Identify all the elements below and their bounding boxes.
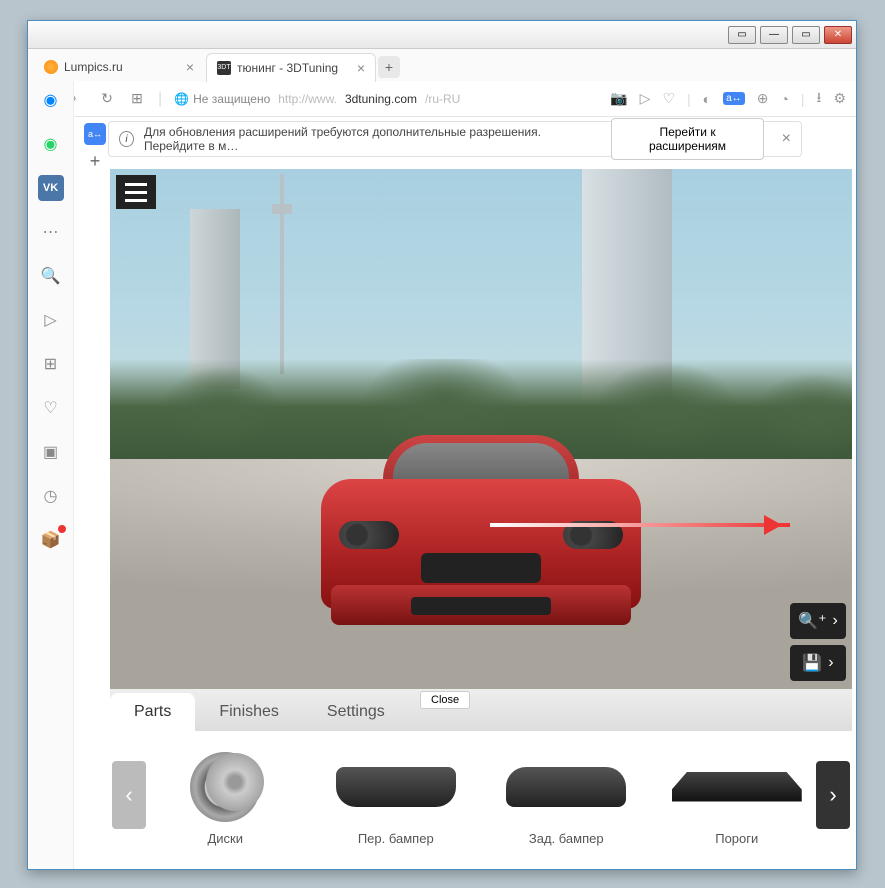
whatsapp-icon[interactable]: ◉	[38, 131, 64, 157]
parts-carousel: ‹ Диски Пер. бампер Зад. бампер Пороги ›	[110, 731, 852, 861]
close-tooltip[interactable]: Close	[420, 691, 470, 709]
part-rear-bumper[interactable]: Зад. бампер	[491, 747, 642, 846]
zoom-button[interactable]: 🔍⁺ ›	[790, 603, 846, 639]
browser-window: ▭ — ▭ ✕ Lumpics.ru × 3DT тюнинг - 3DTuni…	[27, 20, 857, 870]
security-badge[interactable]: 🌐 Не защищено	[174, 92, 270, 106]
extension2-icon[interactable]: ◔	[780, 91, 788, 107]
part-label: Пер. бампер	[358, 831, 434, 846]
url-path: /ru-RU	[425, 92, 460, 106]
chevron-right-icon: ›	[828, 654, 833, 672]
translate-icon[interactable]: a↔	[723, 92, 745, 105]
url-prefix: http://www.	[278, 92, 337, 106]
address-bar-row: 〈 〉 ↻ ⊞ | 🌐 Не защищено http://www.3dtun…	[28, 81, 856, 117]
chevron-right-icon: ›	[833, 612, 838, 630]
browser-sidebar: ◉ ◉ VK ⋯ 🔍 ▷ ⊞ ♡ ▣ ◷ 📦	[28, 81, 74, 869]
vk-icon[interactable]: VK	[38, 175, 64, 201]
window-minimize-button[interactable]: —	[760, 26, 788, 44]
notification-text: Для обновления расширений требуются допо…	[144, 125, 601, 153]
part-wheels[interactable]: Диски	[150, 747, 301, 846]
carousel-next-button[interactable]: ›	[816, 761, 850, 829]
tab-finishes[interactable]: Finishes	[195, 693, 303, 731]
messenger-icon[interactable]: ◉	[38, 87, 64, 113]
carousel-prev-button[interactable]: ‹	[112, 761, 146, 829]
window-close-button[interactable]: ✕	[824, 26, 852, 44]
ellipsis-icon[interactable]: ⋯	[38, 219, 64, 245]
tab-title: Lumpics.ru	[64, 60, 123, 74]
tab-3dtuning[interactable]: 3DT тюнинг - 3DTuning ×	[206, 53, 376, 82]
translate-ext-icon[interactable]: a↔	[84, 123, 106, 145]
url-host: 3dtuning.com	[345, 92, 417, 106]
search-icon[interactable]: 🔍	[38, 263, 64, 289]
annotation-arrow	[490, 523, 790, 527]
add-extension-button[interactable]: +	[90, 151, 101, 172]
save-icon: 💾	[802, 653, 822, 673]
floating-actions: 🔍⁺› 💾›	[790, 603, 846, 681]
camera-icon[interactable]: 📷	[610, 90, 627, 107]
part-front-bumper[interactable]: Пер. бампер	[321, 747, 472, 846]
tab-lumpics[interactable]: Lumpics.ru ×	[34, 53, 204, 81]
notification-close-icon[interactable]: ×	[782, 130, 791, 148]
heart-sidebar-icon[interactable]: ♡	[38, 395, 64, 421]
tab-close-icon[interactable]: ×	[357, 60, 365, 76]
security-label: Не защищено	[193, 92, 270, 106]
send-icon[interactable]: ▷	[640, 90, 651, 107]
tab-settings[interactable]: Settings	[303, 693, 409, 731]
car-model[interactable]	[321, 429, 641, 649]
reload-button[interactable]: ↻	[98, 90, 116, 107]
part-label: Диски	[207, 831, 243, 846]
tower	[280, 174, 284, 374]
front-bumper-thumb	[331, 747, 461, 827]
part-label: Пороги	[715, 831, 758, 846]
window-titlebar: ▭ — ▭ ✕	[28, 21, 856, 49]
window-extra-button[interactable]: ▭	[728, 26, 756, 44]
site-icon	[44, 60, 58, 74]
car-viewport[interactable]: 🔍⁺› 💾›	[110, 169, 852, 689]
news-icon[interactable]: ▣	[38, 439, 64, 465]
address-actions: 📷 ▷ ♡ | ◐ a↔ ⊕ ◔ | ⭳ ⚙	[610, 87, 846, 111]
tab-close-icon[interactable]: ×	[186, 59, 194, 75]
extension-icon[interactable]: ⊕	[757, 90, 769, 107]
history-icon[interactable]: ◷	[38, 483, 64, 509]
globe-icon: 🌐	[174, 92, 189, 106]
page-content: 🔍⁺› 💾› Close Parts Finishes Settings ‹ Д…	[110, 169, 852, 865]
browser-tabs: Lumpics.ru × 3DT тюнинг - 3DTuning × +	[28, 49, 856, 81]
easy-setup-icon[interactable]: ⚙	[833, 90, 846, 107]
menu-button[interactable]	[116, 175, 156, 209]
rear-bumper-thumb	[501, 747, 631, 827]
opera-shield-icon[interactable]: ◐	[703, 91, 711, 107]
extension-sidebar: a↔ +	[80, 123, 110, 183]
part-label: Зад. бампер	[529, 831, 604, 846]
info-icon: i	[119, 131, 134, 147]
skirts-thumb	[672, 747, 802, 827]
tab-title: тюнинг - 3DTuning	[237, 61, 338, 75]
speed-dial-button[interactable]: ⊞	[128, 90, 146, 107]
new-tab-button[interactable]: +	[378, 56, 400, 78]
speed-dial-sidebar-icon[interactable]: ⊞	[38, 351, 64, 377]
wheels-thumb	[160, 747, 290, 827]
app-tabbar: Parts Finishes Settings	[110, 689, 852, 731]
part-side-skirts[interactable]: Пороги	[662, 747, 813, 846]
download-icon[interactable]: ⭳	[817, 87, 822, 111]
send-sidebar-icon[interactable]: ▷	[38, 307, 64, 333]
package-icon[interactable]: 📦	[38, 527, 64, 553]
notification-bar: i Для обновления расширений требуются до…	[108, 121, 802, 157]
go-to-extensions-button[interactable]: Перейти к расширениям	[611, 118, 763, 160]
address-bar[interactable]: 🌐 Не защищено http://www. 3dtuning.com/ru…	[174, 92, 598, 106]
zoom-in-icon: 🔍⁺	[798, 611, 826, 631]
tab-parts[interactable]: Parts	[110, 693, 195, 731]
site-icon: 3DT	[217, 61, 231, 75]
heart-icon[interactable]: ♡	[662, 90, 675, 107]
window-maximize-button[interactable]: ▭	[792, 26, 820, 44]
save-button[interactable]: 💾›	[790, 645, 846, 681]
